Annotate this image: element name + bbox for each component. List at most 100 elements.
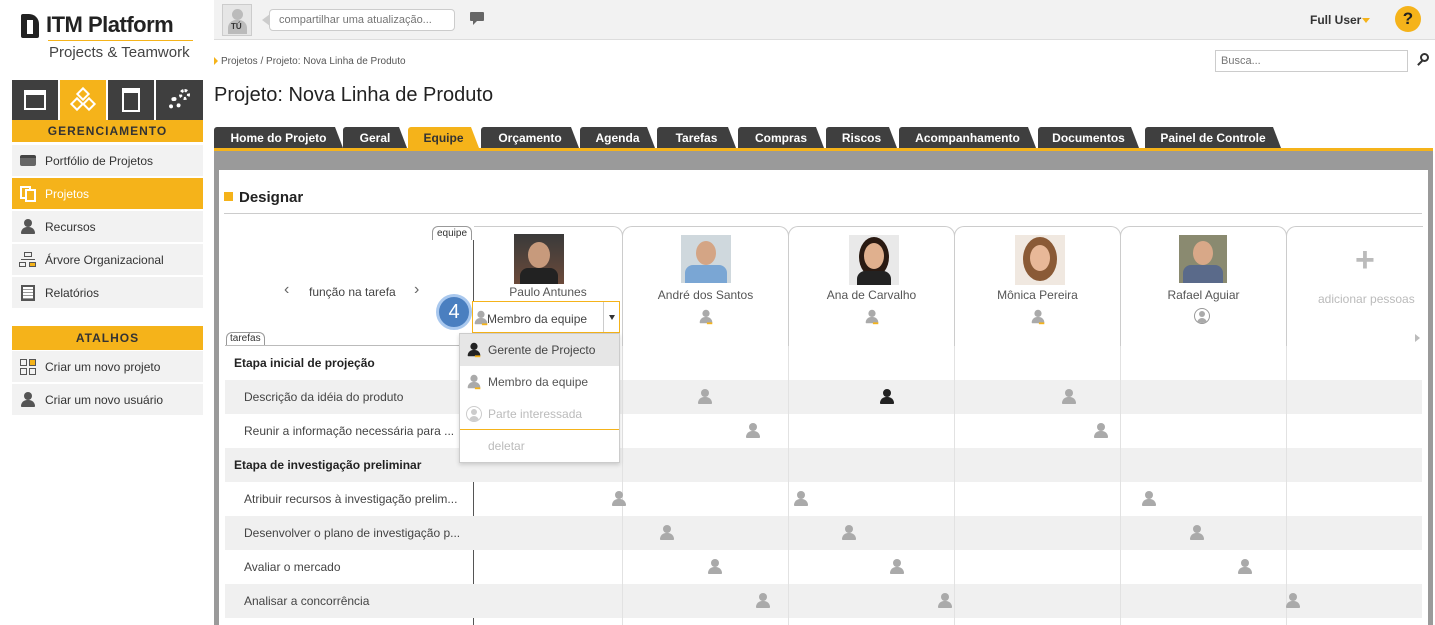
update-input[interactable] bbox=[269, 9, 455, 31]
table-row bbox=[225, 584, 1422, 618]
scroll-right-icon[interactable] bbox=[1415, 334, 1420, 342]
search-input[interactable] bbox=[1215, 50, 1408, 72]
section-title: Designar bbox=[239, 189, 304, 206]
tab-agenda[interactable]: Agenda bbox=[580, 127, 655, 148]
assignment-person-icon[interactable] bbox=[937, 593, 953, 609]
sidebar-item-portfolio[interactable]: Portfólio de Projetos bbox=[12, 145, 203, 177]
search-icon[interactable] bbox=[1416, 53, 1430, 67]
role-select-divider bbox=[603, 302, 604, 332]
add-people-column[interactable]: + adicionar pessoas bbox=[1286, 226, 1423, 346]
role-select-value: Membro da equipe bbox=[487, 312, 588, 326]
task-label[interactable]: Analisar a concorrência bbox=[244, 594, 369, 608]
role-select[interactable]: Membro da equipe bbox=[472, 301, 620, 333]
tab-riscos[interactable]: Riscos bbox=[826, 127, 897, 148]
calendar-icon bbox=[24, 90, 46, 110]
assignment-person-icon[interactable] bbox=[841, 525, 857, 541]
sidebar-item-projects[interactable]: Projetos bbox=[12, 178, 203, 210]
role-option-label: Parte interessada bbox=[488, 407, 583, 421]
brand-name: ITM Platform bbox=[46, 12, 174, 37]
assignment-person-icon[interactable] bbox=[1237, 559, 1253, 575]
logo[interactable]: ITM Platform Projects & Teamwork bbox=[18, 12, 198, 62]
tab-orcamento[interactable]: Orçamento bbox=[481, 127, 579, 148]
role-prev-button[interactable]: ‹ bbox=[284, 281, 289, 299]
assignment-person-icon[interactable] bbox=[1061, 389, 1077, 405]
task-label[interactable]: Atribuir recursos à investigação prelim.… bbox=[244, 492, 457, 506]
logo-underline bbox=[48, 40, 193, 41]
new-user-icon bbox=[18, 391, 38, 408]
shortcut-label: Criar um novo usuário bbox=[45, 392, 164, 407]
tab-documentos[interactable]: Documentos bbox=[1038, 127, 1139, 148]
tab-home-do-projeto[interactable]: Home do Projeto bbox=[214, 127, 343, 148]
stakeholder-role-icon bbox=[1194, 308, 1210, 324]
module-projects[interactable] bbox=[60, 80, 106, 120]
tab-painel-de-controle[interactable]: Painel de Controle bbox=[1145, 127, 1281, 148]
cubes-icon bbox=[69, 86, 97, 112]
tab-acompanhamento[interactable]: Acompanhamento bbox=[899, 127, 1036, 148]
person-name: Rafael Aguiar bbox=[1167, 288, 1240, 302]
equipe-tag: equipe bbox=[432, 226, 473, 240]
assignment-person-icon[interactable] bbox=[745, 423, 761, 439]
section-title-marker bbox=[224, 192, 233, 201]
assignment-person-icon[interactable] bbox=[707, 559, 723, 575]
person-photo bbox=[849, 235, 899, 285]
assignment-person-icon[interactable] bbox=[1141, 491, 1157, 507]
my-avatar[interactable]: TÚ bbox=[222, 4, 252, 36]
person-column[interactable]: Rafael Aguiar bbox=[1120, 226, 1287, 346]
role-option-member[interactable]: Membro da equipe bbox=[460, 366, 619, 398]
user-menu-caret-icon[interactable] bbox=[1362, 18, 1370, 23]
role-next-button[interactable]: › bbox=[414, 281, 419, 299]
org-tree-icon bbox=[18, 251, 38, 268]
module-clipboard[interactable] bbox=[108, 80, 154, 120]
help-label: ? bbox=[1402, 9, 1414, 28]
tab-compras[interactable]: Compras bbox=[738, 127, 824, 148]
assignment-person-icon[interactable] bbox=[697, 389, 713, 405]
tab-equipe[interactable]: Equipe bbox=[408, 127, 479, 148]
assignment-person-icon[interactable] bbox=[889, 559, 905, 575]
sidebar-item-resources[interactable]: Recursos bbox=[12, 211, 203, 243]
assignment-person-icon[interactable] bbox=[659, 525, 675, 541]
shortcut-new-project[interactable]: Criar um novo projeto bbox=[12, 351, 203, 383]
assignment-person-icon[interactable] bbox=[611, 491, 627, 507]
assignment-person-icon[interactable] bbox=[1285, 593, 1301, 609]
chat-icon[interactable] bbox=[470, 12, 486, 26]
person-name: Ana de Carvalho bbox=[826, 288, 917, 302]
sidebar-item-reports[interactable]: Relatórios bbox=[12, 277, 203, 309]
chevron-down-icon bbox=[609, 315, 615, 320]
task-label[interactable]: Descrição da idéia do produto bbox=[244, 390, 403, 404]
sidebar-section-shortcuts: ATALHOS bbox=[12, 326, 203, 350]
brand-tagline: Projects & Teamwork bbox=[49, 44, 190, 61]
task-label[interactable]: Avaliar o mercado bbox=[244, 560, 341, 574]
assignment-person-icon[interactable] bbox=[793, 491, 809, 507]
person-photo bbox=[514, 234, 564, 284]
tab-geral[interactable]: Geral bbox=[343, 127, 407, 148]
col-separator bbox=[622, 346, 623, 625]
tab-tarefas[interactable]: Tarefas bbox=[657, 127, 736, 148]
member-role-icon bbox=[1031, 309, 1045, 325]
task-label[interactable]: Reunir a informação necessária para ... bbox=[244, 424, 454, 438]
shortcut-new-user[interactable]: Criar um novo usuário bbox=[12, 384, 203, 416]
sidebar-item-org-tree[interactable]: Árvore Organizacional bbox=[12, 244, 203, 276]
sidebar-section-management: GERENCIAMENTO bbox=[12, 120, 203, 142]
breadcrumb[interactable]: Projetos / Projeto: Nova Linha de Produt… bbox=[221, 56, 406, 67]
gears-icon bbox=[168, 89, 192, 111]
role-option-manager[interactable]: Gerente de Projecto bbox=[460, 334, 619, 366]
module-settings[interactable] bbox=[156, 80, 203, 120]
assignment-person-icon[interactable] bbox=[755, 593, 771, 609]
assignment-person-icon[interactable] bbox=[1093, 423, 1109, 439]
role-option-stakeholder[interactable]: Parte interessada bbox=[460, 398, 619, 430]
assignment-person-icon[interactable] bbox=[1189, 525, 1205, 541]
module-calendar[interactable] bbox=[12, 80, 58, 120]
person-column[interactable]: André dos Santos bbox=[622, 226, 789, 346]
person-icon bbox=[18, 218, 38, 235]
user-menu[interactable]: Full User bbox=[1310, 13, 1361, 27]
add-people-icon: + bbox=[1355, 241, 1375, 279]
person-column[interactable]: Ana de Carvalho bbox=[788, 226, 955, 346]
task-label[interactable]: Desenvolver o plano de investigação p... bbox=[244, 526, 460, 540]
person-column[interactable]: Mônica Pereira bbox=[954, 226, 1121, 346]
assignment-person-icon[interactable] bbox=[879, 389, 895, 405]
help-button[interactable]: ? bbox=[1395, 6, 1421, 32]
sidebar-item-label: Recursos bbox=[45, 219, 96, 234]
shortcut-label: Criar um novo projeto bbox=[45, 359, 161, 374]
module-tabs bbox=[12, 80, 203, 120]
role-option-delete[interactable]: deletar bbox=[460, 430, 619, 462]
